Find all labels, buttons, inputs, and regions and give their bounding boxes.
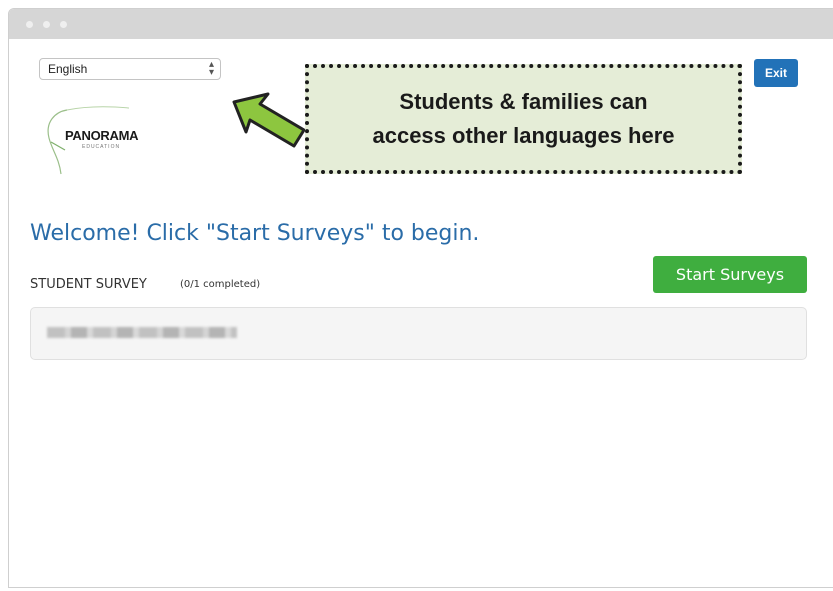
window-titlebar [9, 9, 833, 39]
start-surveys-button[interactable]: Start Surveys [653, 256, 807, 293]
callout-arrow-icon [228, 88, 308, 158]
window-minimize-dot[interactable] [43, 21, 50, 28]
callout-line-2: access other languages here [372, 123, 675, 148]
logo-subtitle: EDUCATION [82, 144, 121, 150]
survey-list-item[interactable] [30, 307, 807, 360]
select-caret-icon: ▴ ▾ [208, 59, 214, 78]
language-callout: Students & families can access other lan… [305, 64, 742, 174]
language-select[interactable]: English ▴ ▾ [39, 58, 221, 80]
logo-wordmark: PANORAMA [65, 128, 139, 143]
survey-progress: (0/1 completed) [180, 279, 261, 290]
survey-title: STUDENT SURVEY [30, 277, 147, 292]
exit-button[interactable]: Exit [754, 59, 798, 87]
language-select-value: English [48, 62, 88, 76]
window-maximize-dot[interactable] [60, 21, 67, 28]
welcome-heading: Welcome! Click "Start Surveys" to begin. [30, 221, 480, 246]
callout-line-1: Students & families can [399, 89, 648, 114]
redacted-survey-name [47, 327, 237, 338]
window-close-dot[interactable] [26, 21, 33, 28]
panorama-logo: PANORAMA EDUCATION [37, 98, 147, 178]
